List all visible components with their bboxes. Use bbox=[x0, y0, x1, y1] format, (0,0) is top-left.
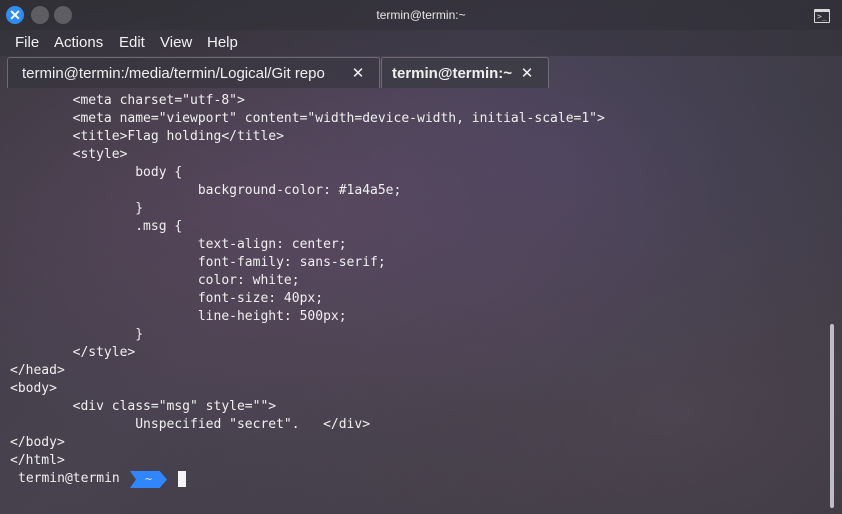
terminal-line: } bbox=[10, 201, 144, 216]
menu-file[interactable]: File bbox=[15, 34, 39, 51]
terminal-line: </html> bbox=[10, 453, 65, 468]
terminal-line: </style> bbox=[10, 345, 136, 360]
terminal-icon[interactable]: >_ bbox=[814, 9, 830, 23]
text-cursor bbox=[178, 471, 186, 487]
close-tab-icon[interactable]: ✕ bbox=[351, 64, 365, 82]
prompt-user: termin@termin bbox=[18, 471, 120, 486]
terminal-line: </body> bbox=[10, 435, 65, 450]
tab-git-repo[interactable]: termin@termin:/media/termin/Logical/Git … bbox=[7, 57, 380, 88]
tab-label: termin@termin:~ bbox=[392, 65, 513, 82]
terminal-line: } bbox=[10, 327, 144, 342]
terminal-line: .msg { bbox=[10, 219, 183, 234]
terminal-line: <body> bbox=[10, 381, 57, 396]
terminal-output[interactable]: <meta charset="utf-8"> <meta name="viewp… bbox=[0, 88, 828, 514]
terminal-line: font-family: sans-serif; bbox=[10, 255, 386, 270]
menu-edit[interactable]: Edit bbox=[119, 34, 145, 51]
scrollbar[interactable] bbox=[830, 324, 834, 508]
terminal-window: ✕ termin@termin:~ >_ File Actions Edit V… bbox=[0, 0, 842, 514]
shell-prompt[interactable]: termin@termin ~ bbox=[0, 469, 400, 489]
tab-bar: termin@termin:/media/termin/Logical/Git … bbox=[0, 56, 842, 88]
tab-home[interactable]: termin@termin:~ ✕ bbox=[381, 57, 549, 88]
close-tab-icon[interactable]: ✕ bbox=[520, 64, 534, 82]
terminal-line: line-height: 500px; bbox=[10, 309, 347, 324]
title-bar: ✕ termin@termin:~ >_ bbox=[0, 0, 842, 30]
menu-actions[interactable]: Actions bbox=[54, 34, 103, 51]
menu-bar: File Actions Edit View Help bbox=[0, 30, 842, 56]
terminal-line: text-align: center; bbox=[10, 237, 347, 252]
terminal-line: font-size: 40px; bbox=[10, 291, 324, 306]
menu-help[interactable]: Help bbox=[207, 34, 238, 51]
window-title: termin@termin:~ bbox=[376, 8, 466, 22]
terminal-line: body { bbox=[10, 165, 183, 180]
terminal-line: Unspecified "secret". </div> bbox=[10, 417, 371, 432]
prompt-path: ~ bbox=[144, 472, 153, 486]
terminal-line: background-color: #1a4a5e; bbox=[10, 183, 402, 198]
terminal-line: <div class="msg" style=""> bbox=[10, 399, 277, 414]
prompt-path-segment: ~ bbox=[130, 471, 167, 488]
terminal-line: </head> bbox=[10, 363, 65, 378]
terminal-line: <meta name="viewport" content="width=dev… bbox=[10, 111, 605, 126]
tab-label: termin@termin:/media/termin/Logical/Git … bbox=[22, 65, 325, 82]
terminal-line: <title>Flag holding</title> bbox=[10, 129, 284, 144]
terminal-line: <style> bbox=[10, 147, 128, 162]
terminal-line: <meta charset="utf-8"> bbox=[10, 93, 245, 108]
menu-view[interactable]: View bbox=[160, 34, 192, 51]
terminal-line: color: white; bbox=[10, 273, 300, 288]
